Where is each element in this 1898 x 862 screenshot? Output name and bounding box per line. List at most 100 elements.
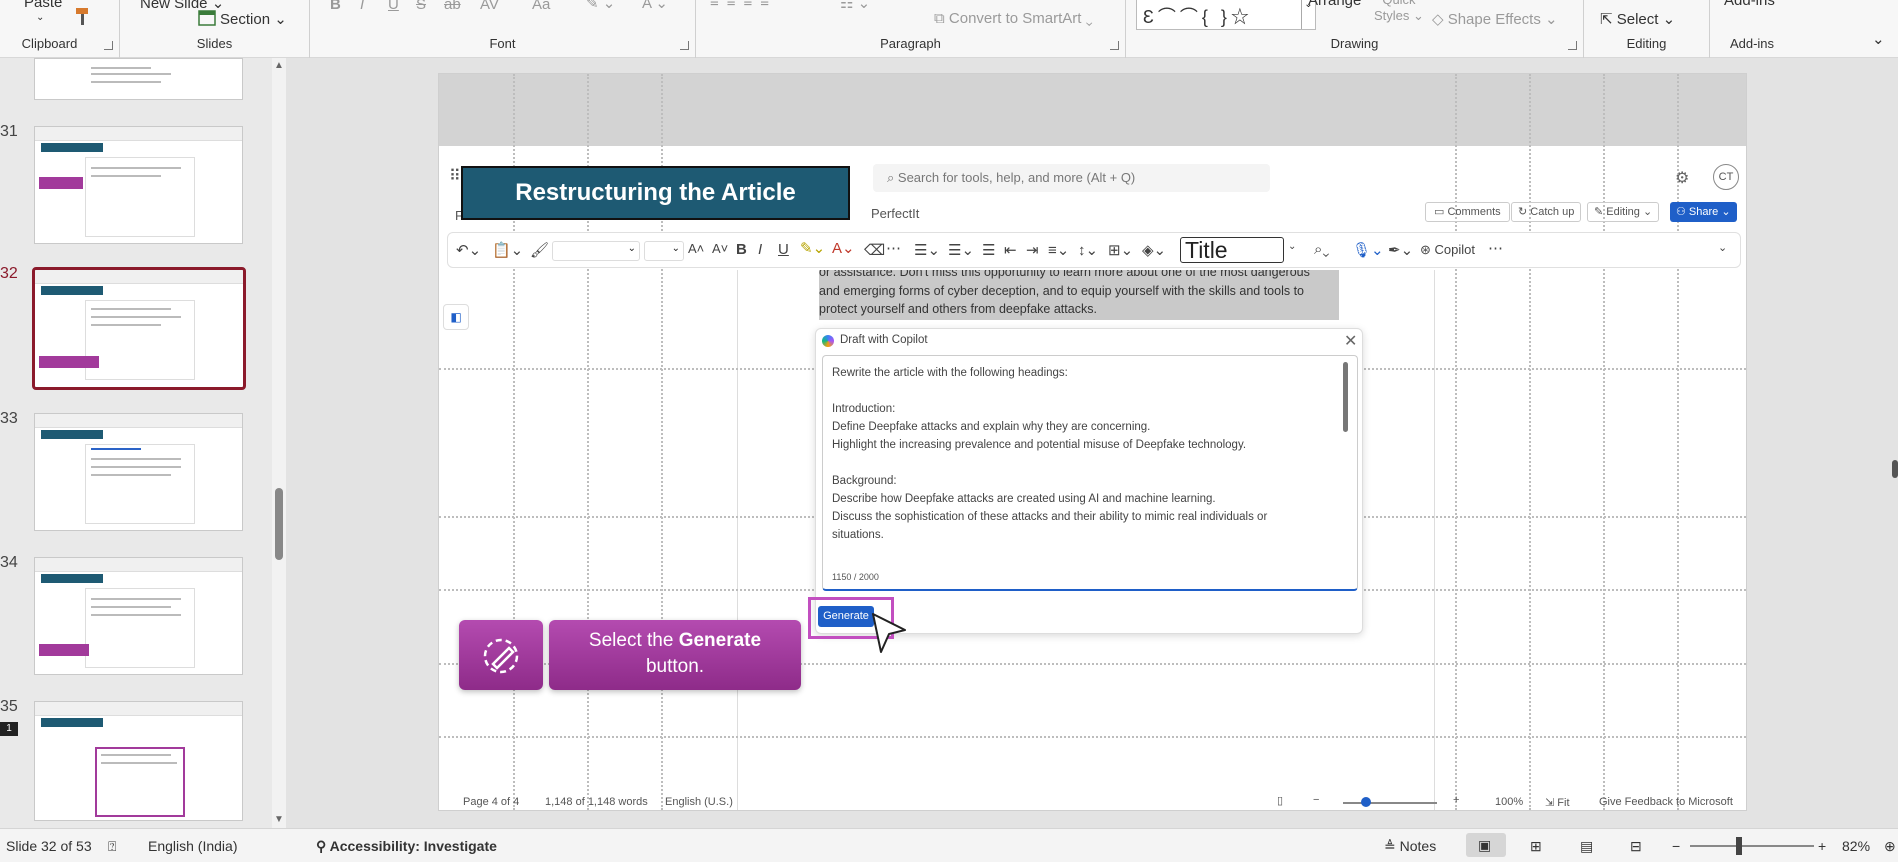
italic-button[interactable]: I (360, 0, 364, 13)
numbering-icon[interactable]: ☰⌄ (948, 241, 974, 259)
zoom-in-icon[interactable]: + (1818, 838, 1826, 854)
share-button[interactable]: ⚇ Share ⌄ (1670, 202, 1737, 222)
word-tab-perfectit[interactable]: PerfectIt (871, 206, 919, 221)
scroll-down-icon[interactable]: ▼ (274, 814, 284, 825)
generate-button[interactable]: Generate (818, 606, 874, 627)
underline-button[interactable]: U (388, 0, 399, 13)
paint-brush-icon[interactable]: 🖌 (530, 241, 549, 259)
comments-button[interactable]: ▭ Comments (1425, 202, 1510, 222)
bold-button[interactable]: B (330, 0, 341, 13)
highlight-icon[interactable]: ✎ ⌄ (586, 0, 615, 12)
zoom-slider-track[interactable] (1343, 802, 1437, 804)
spellcheck-icon[interactable]: ⍰ (108, 838, 116, 855)
zoom-slider-track[interactable] (1690, 845, 1814, 847)
add-ins-button[interactable]: Add-ins (1724, 0, 1775, 9)
find-icon[interactable]: ⌕⌄ (1314, 241, 1329, 258)
scroll-thumb[interactable] (275, 488, 283, 560)
bold-icon[interactable]: B (736, 241, 747, 258)
fit-button[interactable]: ⇲ Fit (1545, 796, 1570, 809)
paste-chevron-icon[interactable]: ⌄ (36, 12, 44, 23)
zoom-out-icon[interactable]: − (1672, 838, 1680, 854)
slide-thumbnail-35[interactable] (34, 701, 243, 821)
slide-thumbnail-33[interactable] (34, 413, 243, 531)
clipboard-launcher-icon[interactable] (104, 41, 113, 50)
align-icons[interactable]: ≡≡≡≡ (710, 0, 777, 11)
shapes-icons[interactable]: Ɛ⌒⌒{ }☆ (1143, 3, 1253, 29)
highlight-icon[interactable]: ✎⌄ (800, 239, 825, 257)
thumbnail-scrollbar[interactable]: ▲ ▼ (272, 58, 286, 828)
language-status[interactable]: English (India) (148, 838, 238, 854)
paragraph-launcher-icon[interactable] (1110, 41, 1119, 50)
reading-view-icon[interactable]: ▤ (1580, 838, 1593, 855)
strikethrough-button[interactable]: S (416, 0, 426, 13)
font-color-icon[interactable]: A ⌄ (642, 0, 668, 12)
quick-styles-button[interactable]: QuickStyles ⌄ (1374, 0, 1424, 24)
fit-slide-icon[interactable]: ⊕ (1884, 838, 1896, 855)
feedback-link[interactable]: Give Feedback to Microsoft (1599, 796, 1733, 808)
shrink-font-icon[interactable]: A˅ (712, 241, 728, 256)
zoom-level[interactable]: 100% (1495, 796, 1523, 808)
navigation-pane-icon[interactable]: ◧ (443, 304, 469, 330)
spacing-icon[interactable]: ↕⌄ (1078, 241, 1098, 259)
more-font-icon[interactable]: ⋯ (886, 239, 901, 257)
zoom-percent[interactable]: 82% (1842, 838, 1870, 854)
convert-smartart-button[interactable]: ⧉ Convert to SmartArt ⌄ (934, 10, 1093, 27)
bullets-icon[interactable]: ☰⌄ (914, 241, 940, 259)
change-case-button[interactable]: Aa (532, 0, 550, 13)
drawing-launcher-icon[interactable] (1568, 41, 1577, 50)
right-scroll-marker[interactable] (1892, 460, 1898, 478)
editor-icon[interactable]: ✒⌄ (1388, 241, 1413, 259)
zoom-out-icon[interactable]: − (1313, 794, 1319, 806)
user-avatar[interactable]: CT (1713, 164, 1739, 190)
slide-thumbnail-34[interactable] (34, 557, 243, 675)
editing-mode-button[interactable]: ✎ Editing ⌄ (1587, 202, 1660, 222)
close-icon[interactable]: ✕ (1344, 331, 1357, 351)
columns-icon[interactable]: ☷ ⌄ (840, 0, 870, 12)
slide-sorter-icon[interactable]: ⊞ (1530, 838, 1542, 855)
section-button[interactable]: Section ⌄ (220, 10, 287, 28)
notes-button[interactable]: ≜ Notes (1384, 838, 1436, 855)
shape-effects-button[interactable]: ◇ Shape Effects ⌄ (1432, 10, 1558, 28)
slide-thumbnail-32[interactable] (32, 267, 246, 390)
more-options-icon[interactable]: ⋯ (1488, 239, 1503, 257)
zoom-in-icon[interactable]: + (1453, 794, 1459, 806)
grow-font-icon[interactable]: A˄ (688, 241, 704, 256)
prompt-textarea[interactable]: Rewrite the article with the following h… (822, 355, 1358, 591)
slide-title[interactable]: Restructuring the Article (461, 166, 850, 220)
checklist-icon[interactable]: ☰ (982, 241, 995, 259)
slideshow-icon[interactable]: ⊟ (1630, 838, 1642, 855)
zoom-slider-thumb[interactable] (1736, 837, 1742, 855)
slide-thumbnail-30[interactable] (34, 58, 243, 100)
shading-icon[interactable]: ◈⌄ (1142, 241, 1166, 259)
word-search-box[interactable]: ⌕ Search for tools, help, and more (Alt … (873, 164, 1270, 192)
page-view-icon[interactable]: ▯ (1277, 794, 1283, 807)
select-button[interactable]: ⇱ Select ⌄ (1600, 10, 1675, 28)
settings-gear-icon[interactable]: ⚙ (1675, 168, 1689, 188)
paste-button[interactable]: Paste (24, 0, 62, 11)
expand-toolbar-icon[interactable]: ⌄ (1718, 241, 1727, 254)
align-icon[interactable]: ≡⌄ (1048, 241, 1069, 259)
italic-icon[interactable]: I (758, 241, 762, 258)
clear-format-icon[interactable]: ⌫ (864, 241, 885, 259)
style-chevron-icon[interactable]: ⌄ (1288, 241, 1296, 252)
textarea-scroll-thumb[interactable] (1343, 362, 1348, 432)
font-name-box[interactable]: ⌄ (552, 241, 640, 261)
style-box[interactable]: Title (1180, 237, 1284, 263)
accessibility-button[interactable]: ⚲ Accessibility: Investigate (316, 838, 497, 855)
borders-icon[interactable]: ⊞⌄ (1108, 241, 1133, 259)
format-painter-icon[interactable] (72, 6, 94, 28)
collapse-ribbon-icon[interactable]: ⌄ (1872, 30, 1885, 48)
outdent-icon[interactable]: ⇤ (1004, 241, 1017, 259)
catch-up-button[interactable]: ↻ Catch up (1511, 202, 1582, 222)
undo-icon[interactable]: ↶⌄ (456, 241, 481, 259)
drag-handle-icon[interactable]: ⠿ (449, 166, 461, 186)
slide-canvas[interactable]: ⠿ ⌕ Search for tools, help, and more (Al… (438, 73, 1747, 811)
zoom-slider-thumb[interactable] (1361, 797, 1371, 807)
indent-icon[interactable]: ⇥ (1026, 241, 1039, 259)
abc-button[interactable]: ab (444, 0, 461, 13)
copilot-button[interactable]: ⊛ Copilot (1420, 242, 1475, 258)
clipboard-icon[interactable]: 📋⌄ (492, 241, 523, 259)
font-launcher-icon[interactable] (680, 41, 689, 50)
arrange-button[interactable]: Arrange (1308, 0, 1361, 9)
font-color-icon[interactable]: A⌄ (832, 239, 855, 257)
